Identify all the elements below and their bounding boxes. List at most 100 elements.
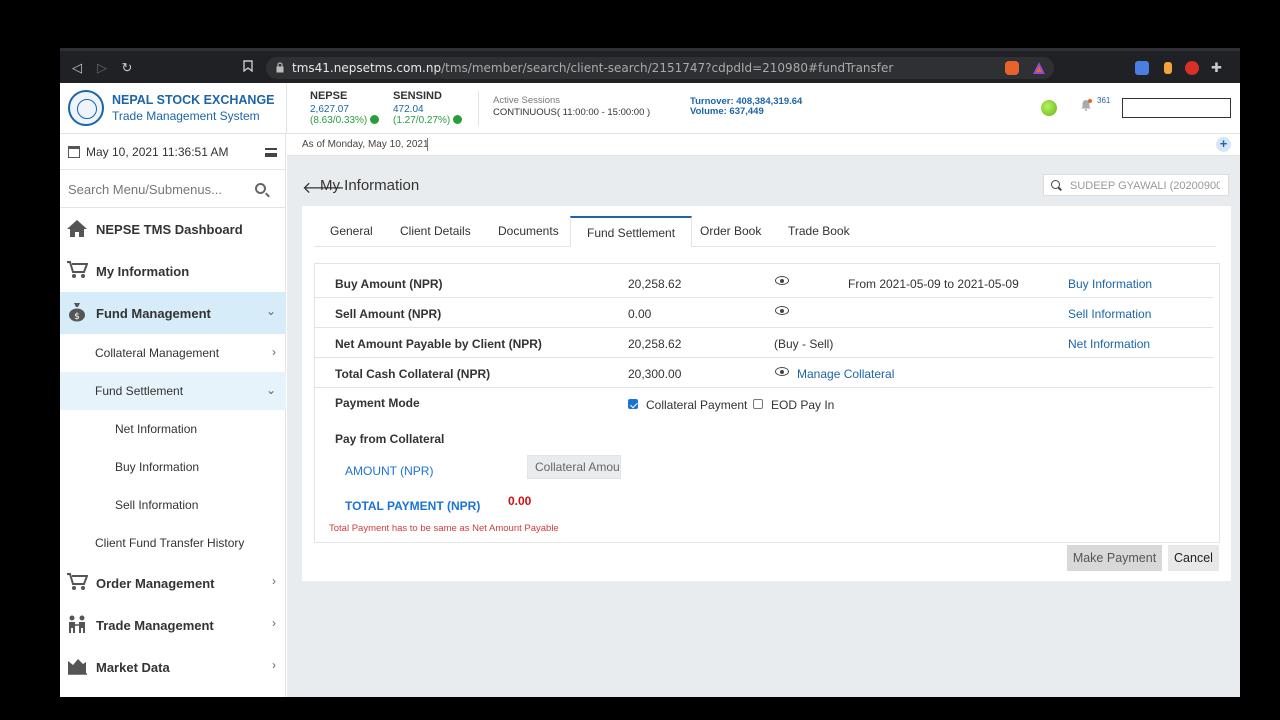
brave-rewards-icon[interactable] (1032, 61, 1046, 75)
tab-trade-book[interactable]: Trade Book (772, 216, 866, 247)
collateral-amount-input[interactable] (527, 455, 621, 479)
header-divider (286, 83, 287, 134)
collateral-row: Total Cash Collateral (NPR) 20,300.00 Ma… (315, 358, 1213, 388)
collateral-payment-label: Collateral Payment (646, 398, 748, 412)
notification-count: 361 (1097, 96, 1111, 105)
net-amount-value: 20,258.62 (628, 337, 682, 351)
net-amount-row: Net Amount Payable by Client (NPR) 20,25… (315, 328, 1213, 358)
sidebar-sub-buy-information[interactable]: Buy Information (60, 448, 286, 486)
session-value: CONTINUOUS( 11:00:00 - 15:00:00 ) (493, 107, 651, 118)
brave-shield-icon[interactable] (1005, 61, 1019, 75)
eod-payin-label: EOD Pay In (771, 398, 835, 412)
date-range: From 2021-05-09 to 2021-05-09 (848, 277, 1019, 291)
sell-information-link[interactable]: Sell Information (1068, 307, 1151, 321)
session-label: Active Sessions (493, 95, 561, 106)
sidebar-item-order-management[interactable]: Order Management › (60, 562, 286, 604)
translate-icon[interactable] (1135, 61, 1149, 75)
bookmark-icon[interactable] (239, 59, 257, 77)
market-status-indicator (1041, 100, 1057, 116)
lock-icon (276, 62, 284, 73)
net-formula: (Buy - Sell) (774, 337, 834, 351)
tab-fund-settlement[interactable]: Fund Settlement (570, 216, 693, 247)
manage-collateral-link[interactable]: Manage Collateral (797, 367, 894, 381)
index-value: 2,627.07 (310, 104, 349, 115)
chevron-right-icon: › (272, 658, 276, 672)
make-payment-button[interactable]: Make Payment (1067, 545, 1162, 571)
cart-icon (66, 260, 89, 280)
collateral-payment-checkbox[interactable] (628, 399, 638, 409)
buy-amount-row: Buy Amount (NPR) 20,258.62 From 2021-05-… (315, 268, 1213, 298)
buy-amount-value: 20,258.62 (628, 277, 682, 291)
sidebar-sub-sell-information[interactable]: Sell Information (60, 486, 286, 524)
eye-icon[interactable] (775, 367, 789, 376)
index-name: NEPSE (310, 90, 348, 102)
brand-title: NEPAL STOCK EXCHANGE (112, 93, 275, 107)
eod-payin-checkbox[interactable] (753, 399, 763, 409)
extension-red-icon[interactable] (1185, 61, 1199, 75)
plus-icon[interactable]: + (1216, 137, 1231, 152)
divider (427, 138, 428, 151)
page-title: My Information (320, 177, 420, 194)
tab-documents[interactable]: Documents (482, 216, 575, 247)
total-payment-value: 0.00 (508, 494, 532, 508)
sidebar-sub-fund-transfer-history[interactable]: Client Fund Transfer History (60, 524, 286, 562)
total-payment-label: TOTAL PAYMENT (NPR) (345, 499, 481, 513)
tab-general[interactable]: General (314, 216, 389, 247)
pay-from-collateral-label: Pay from Collateral (335, 432, 445, 446)
search-icon[interactable] (255, 183, 266, 194)
sidebar-item-dashboard[interactable]: NEPSE TMS Dashboard (60, 208, 286, 250)
fund-settlement-panel: Buy Amount (NPR) 20,258.62 From 2021-05-… (314, 263, 1220, 543)
cancel-button[interactable]: Cancel (1168, 545, 1219, 571)
home-icon (66, 218, 88, 238)
app-header: NEPAL STOCK EXCHANGE Trade Management Sy… (60, 83, 1240, 134)
extension-orange-icon[interactable] (1161, 61, 1175, 75)
sell-amount-row: Sell Amount (NPR) 0.00 Sell Information (315, 298, 1213, 328)
chevron-down-icon: ⌄ (265, 304, 276, 318)
browser-toolbar: ◁ ▷ ↻ tms41.nepsetms.com.np/tms/member/s… (60, 48, 1240, 83)
address-bar[interactable]: tms41.nepsetms.com.np/tms/member/search/… (266, 57, 1054, 79)
main-content: As of Monday, May 10, 2021 + 🡐 My Inform… (287, 134, 1240, 697)
tab-client-details[interactable]: Client Details (384, 216, 487, 247)
index-change: (8.63/0.33%) (310, 115, 380, 126)
menu-search-input[interactable] (68, 180, 248, 198)
nepse-logo (68, 90, 104, 126)
buy-information-link[interactable]: Buy Information (1068, 277, 1152, 291)
sidebar-item-my-information[interactable]: My Information (60, 250, 286, 292)
index-value: 472.04 (393, 104, 424, 115)
chevron-right-icon: › (272, 345, 276, 359)
sidebar-sub-collateral-management[interactable]: Collateral Management › (60, 334, 286, 372)
back-icon[interactable]: ◁ (68, 59, 86, 77)
chevron-right-icon: › (272, 574, 276, 588)
header-divider (478, 91, 479, 126)
puzzle-icon[interactable]: ✚ (1211, 61, 1225, 75)
up-arrow-icon (370, 115, 380, 124)
sidebar-item-fund-management[interactable]: $ Fund Management ⌄ (60, 292, 286, 334)
bell-icon[interactable] (1080, 99, 1092, 111)
sidebar-sub-net-information[interactable]: Net Information (60, 410, 286, 448)
eye-icon[interactable] (775, 276, 789, 285)
up-arrow-icon (453, 115, 463, 124)
sidebar-sub-fund-settlement[interactable]: Fund Settlement ⌄ (60, 372, 286, 410)
header-input[interactable] (1122, 98, 1231, 118)
amount-label: AMOUNT (NPR) (345, 464, 434, 478)
people-icon (66, 614, 88, 634)
client-search-field[interactable]: SUDEEP GYAWALI (20200900 (1043, 174, 1229, 196)
sidebar-datetime: May 10, 2021 11:36:51 AM (60, 134, 286, 170)
sidebar-item-market-data[interactable]: Market Data › (60, 646, 286, 688)
payment-mode-label: Payment Mode (335, 396, 420, 410)
collateral-value: 20,300.00 (628, 367, 682, 381)
info-card: General Client Details Documents Fund Se… (302, 206, 1231, 581)
turnover-volume: Turnover: 408,384,319.64 Volume: 637,449 (690, 96, 803, 117)
index-change: (1.27/0.27%) (393, 115, 463, 126)
sidebar-item-trade-management[interactable]: Trade Management › (60, 604, 286, 646)
chevron-right-icon: › (272, 616, 276, 630)
forward-icon[interactable]: ▷ (93, 59, 111, 77)
tab-order-book[interactable]: Order Book (684, 216, 777, 247)
net-information-link[interactable]: Net Information (1068, 337, 1150, 351)
tab-bar: General Client Details Documents Fund Se… (314, 216, 1216, 247)
calendar-icon (68, 146, 80, 158)
eye-icon[interactable] (775, 306, 789, 315)
chevron-down-icon: ⌄ (265, 383, 276, 397)
reload-icon[interactable]: ↻ (118, 59, 136, 77)
menu-icon[interactable] (265, 148, 277, 157)
